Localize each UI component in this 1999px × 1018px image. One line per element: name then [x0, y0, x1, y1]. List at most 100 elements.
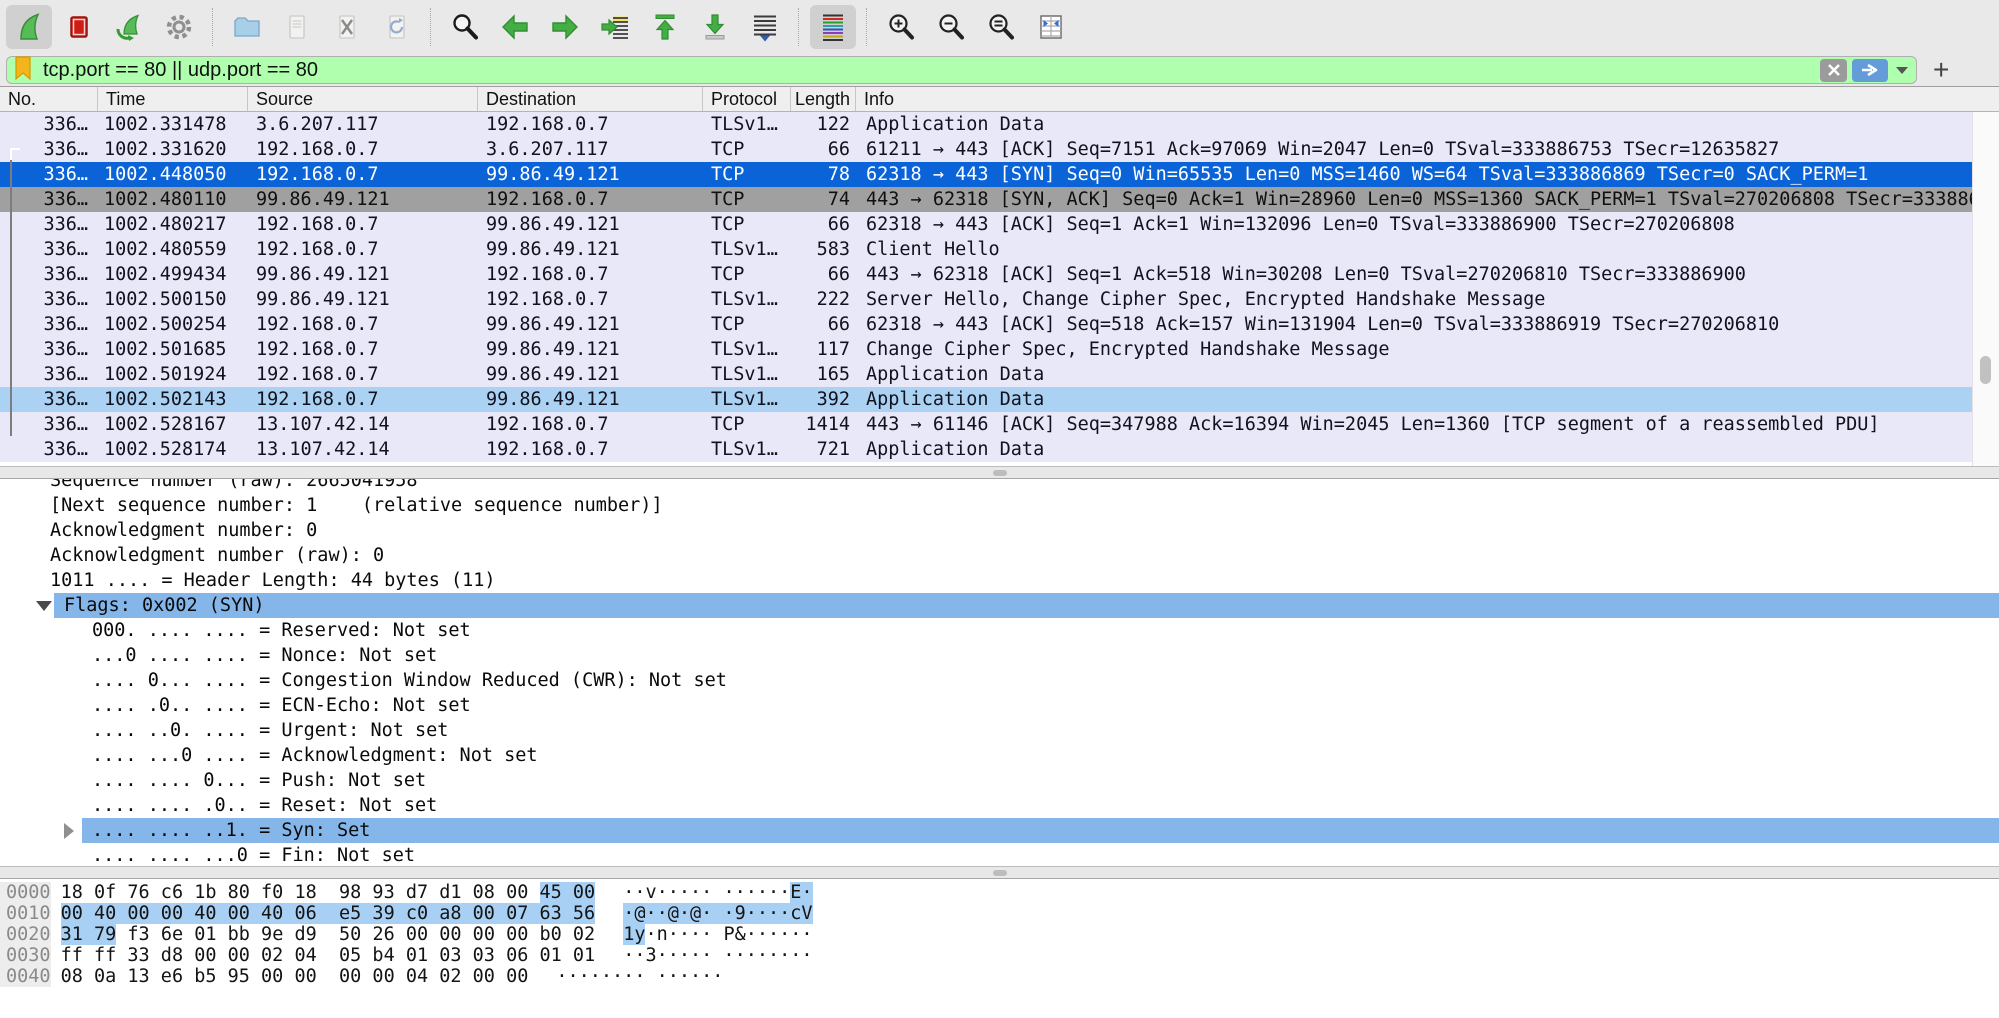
resize-columns-button[interactable] — [1028, 5, 1074, 49]
detail-line-text: 1011 .... = Header Length: 44 bytes (11) — [0, 568, 496, 593]
restart-capture-button[interactable] — [106, 5, 152, 49]
go-back-button[interactable] — [492, 5, 538, 49]
detail-line[interactable]: .... ...0 .... = Acknowledgment: Not set — [0, 743, 1999, 768]
hex-row[interactable]: 0030ff ff 33 d8 00 00 02 04 05 b4 01 03 … — [0, 945, 1999, 966]
detail-line[interactable]: Sequence number (raw): 2665041958 — [0, 479, 1999, 493]
detail-line[interactable]: 1011 .... = Header Length: 44 bytes (11) — [0, 568, 1999, 593]
packet-row[interactable]: 336…1002.3314783.6.207.117192.168.0.7TLS… — [0, 112, 1999, 137]
column-header-time[interactable]: Time — [98, 87, 248, 111]
pane-splitter-top[interactable] — [0, 466, 1999, 479]
packet-cell-info: Application Data — [856, 387, 1999, 412]
filter-add-button[interactable]: + — [1933, 56, 1949, 84]
detail-line[interactable]: 000. .... .... = Reserved: Not set — [0, 618, 1999, 643]
packet-cell-time: 1002.501685 — [98, 337, 248, 362]
packet-list-scrollbar[interactable] — [1972, 112, 1999, 466]
detail-line[interactable]: .... .... .0.. = Reset: Not set — [0, 793, 1999, 818]
detail-line-text: .... 0... .... = Congestion Window Reduc… — [0, 668, 727, 693]
auto-scroll-button[interactable] — [742, 5, 788, 49]
packet-cell-no: 336… — [0, 212, 98, 237]
packet-cell-time: 1002.502143 — [98, 387, 248, 412]
reload-file-button[interactable] — [374, 5, 420, 49]
column-header-source[interactable]: Source — [248, 87, 478, 111]
filter-text[interactable]: tcp.port == 80 || udp.port == 80 — [43, 59, 1820, 82]
packet-cell-dst: 99.86.49.121 — [478, 237, 703, 262]
packet-row[interactable]: 336…1002.50015099.86.49.121192.168.0.7TL… — [0, 287, 1999, 312]
detail-line[interactable]: Acknowledgment number: 0 — [0, 518, 1999, 543]
go-to-top-button[interactable] — [642, 5, 688, 49]
hex-row[interactable]: 001000 40 00 00 40 00 40 06 e5 39 c0 a8 … — [0, 903, 1999, 924]
packet-cell-src: 192.168.0.7 — [248, 337, 478, 362]
column-header-info[interactable]: Info — [856, 87, 1999, 111]
zoom-100-button[interactable] — [978, 5, 1024, 49]
splitter-handle[interactable] — [993, 870, 1007, 876]
main-toolbar — [0, 0, 1999, 54]
detail-line[interactable]: .... ..0. .... = Urgent: Not set — [0, 718, 1999, 743]
detail-line[interactable]: Flags: 0x002 (SYN) — [0, 593, 1999, 618]
stop-capture-button[interactable] — [56, 5, 102, 49]
detail-line[interactable]: .... .... ...0 = Fin: Not set — [0, 843, 1999, 866]
zoom-in-button[interactable] — [878, 5, 924, 49]
packet-cell-time: 1002.448050 — [98, 162, 248, 187]
packet-row[interactable]: 336…1002.448050192.168.0.799.86.49.121TC… — [0, 162, 1999, 187]
capture-options-button[interactable] — [156, 5, 202, 49]
find-packet-button[interactable] — [442, 5, 488, 49]
start-capture-button[interactable] — [6, 5, 52, 49]
column-header-protocol[interactable]: Protocol — [703, 87, 791, 111]
hex-ascii: ··3····· ········ — [623, 945, 812, 966]
hex-row[interactable]: 004008 0a 13 e6 b5 95 00 00 00 00 04 02 … — [0, 966, 1999, 987]
detail-line[interactable]: Acknowledgment number (raw): 0 — [0, 543, 1999, 568]
magnifier-equal-icon — [986, 12, 1016, 42]
filter-apply-button[interactable] — [1852, 59, 1888, 82]
packet-cell-len: 222 — [791, 287, 856, 312]
zoom-out-button[interactable] — [928, 5, 974, 49]
packet-cell-no: 336… — [0, 437, 98, 462]
hex-bytes: 08 0a 13 e6 b5 95 00 00 00 00 04 02 00 0… — [61, 966, 529, 987]
column-header-length[interactable]: Length — [791, 87, 856, 111]
detail-line-text: .... .... 0... = Push: Not set — [0, 768, 426, 793]
save-file-button[interactable] — [274, 5, 320, 49]
expand-triangle-down-icon[interactable] — [36, 601, 52, 611]
packet-cell-info: 443 → 62318 [SYN, ACK] Seq=0 Ack=1 Win=2… — [856, 187, 1999, 212]
splitter-handle[interactable] — [993, 470, 1007, 476]
packet-cell-src: 192.168.0.7 — [248, 137, 478, 162]
packet-row[interactable]: 336…1002.501924192.168.0.799.86.49.121TL… — [0, 362, 1999, 387]
packet-row[interactable]: 336…1002.500254192.168.0.799.86.49.121TC… — [0, 312, 1999, 337]
packet-row[interactable]: 336…1002.480217192.168.0.799.86.49.121TC… — [0, 212, 1999, 237]
detail-line[interactable]: .... 0... .... = Congestion Window Reduc… — [0, 668, 1999, 693]
expand-triangle-right-icon[interactable] — [64, 823, 74, 839]
packet-row[interactable]: 336…1002.331620192.168.0.73.6.207.117TCP… — [0, 137, 1999, 162]
bookmark-icon[interactable] — [13, 55, 33, 86]
column-header-destination[interactable]: Destination — [478, 87, 703, 111]
filter-dropdown-caret[interactable] — [1896, 67, 1908, 74]
go-to-packet-button[interactable] — [592, 5, 638, 49]
packet-row[interactable]: 336…1002.49943499.86.49.121192.168.0.7TC… — [0, 262, 1999, 287]
close-file-button[interactable] — [324, 5, 370, 49]
packet-row[interactable]: 336…1002.480559192.168.0.799.86.49.121TL… — [0, 237, 1999, 262]
packet-row[interactable]: 336…1002.52817413.107.42.14192.168.0.7TL… — [0, 437, 1999, 462]
hex-row[interactable]: 002031 79 f3 6e 01 bb 9e d9 50 26 00 00 … — [0, 924, 1999, 945]
packet-cell-info: Client Hello — [856, 237, 1999, 262]
detail-line[interactable]: .... .0.. .... = ECN-Echo: Not set — [0, 693, 1999, 718]
filter-clear-button[interactable] — [1820, 59, 1847, 82]
hex-dump-pane: 000018 0f 76 c6 1b 80 f0 18 98 93 d7 d1 … — [0, 879, 1999, 1018]
hex-row[interactable]: 000018 0f 76 c6 1b 80 f0 18 98 93 d7 d1 … — [0, 882, 1999, 903]
packet-row[interactable]: 336…1002.502143192.168.0.799.86.49.121TL… — [0, 387, 1999, 412]
packet-row[interactable]: 336…1002.501685192.168.0.799.86.49.121TL… — [0, 337, 1999, 362]
detail-line[interactable]: .... .... ..1. = Syn: Set — [0, 818, 1999, 843]
detail-line[interactable]: .... .... 0... = Push: Not set — [0, 768, 1999, 793]
packet-cell-src: 192.168.0.7 — [248, 312, 478, 337]
stop-icon — [64, 12, 94, 42]
pane-splitter-bottom[interactable] — [0, 866, 1999, 879]
go-to-bottom-button[interactable] — [692, 5, 738, 49]
detail-line[interactable]: ...0 .... .... = Nonce: Not set — [0, 643, 1999, 668]
open-file-button[interactable] — [224, 5, 270, 49]
colorize-packets-button[interactable] — [810, 5, 856, 49]
packet-row[interactable]: 336…1002.52816713.107.42.14192.168.0.7TC… — [0, 412, 1999, 437]
arrow-down-bar-icon — [700, 12, 730, 42]
column-header-no[interactable]: No. — [0, 87, 98, 111]
detail-line[interactable]: [Next sequence number: 1 (relative seque… — [0, 493, 1999, 518]
go-forward-button[interactable] — [542, 5, 588, 49]
scrollbar-thumb[interactable] — [1980, 356, 1991, 384]
display-filter-input[interactable]: tcp.port == 80 || udp.port == 80 — [6, 56, 1917, 84]
packet-row[interactable]: 336…1002.48011099.86.49.121192.168.0.7TC… — [0, 187, 1999, 212]
